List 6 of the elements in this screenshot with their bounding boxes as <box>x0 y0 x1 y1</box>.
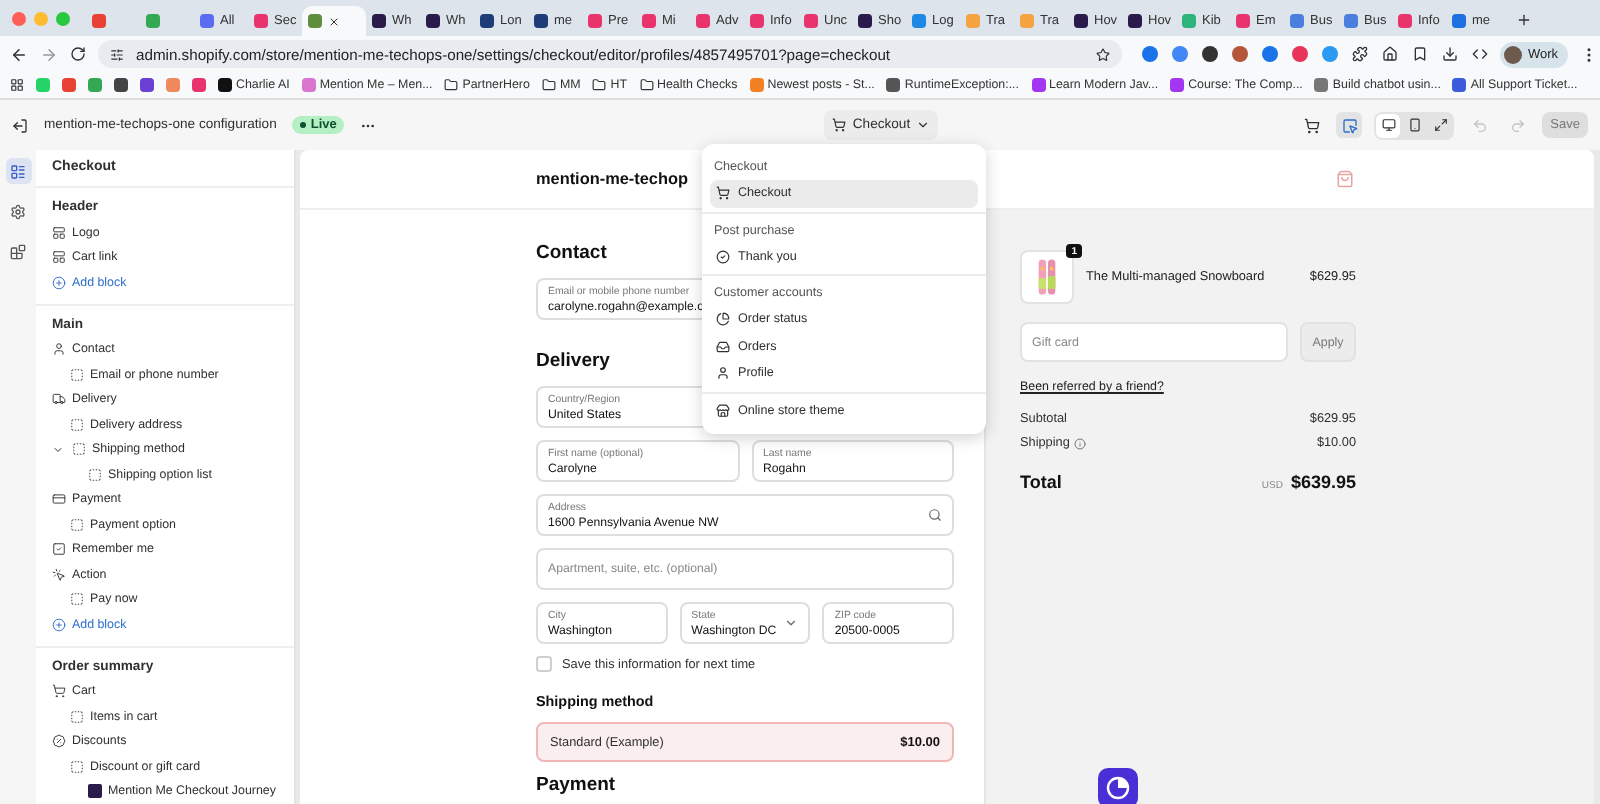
section-heading: Contact <box>536 242 607 264</box>
total-label: Total <box>1020 472 1062 492</box>
section-heading: Delivery <box>536 350 610 372</box>
total-value: $639.95 <box>1290 472 1356 492</box>
section-heading: Payment <box>536 774 616 796</box>
store-name: mention-me-techop <box>534 170 690 188</box>
